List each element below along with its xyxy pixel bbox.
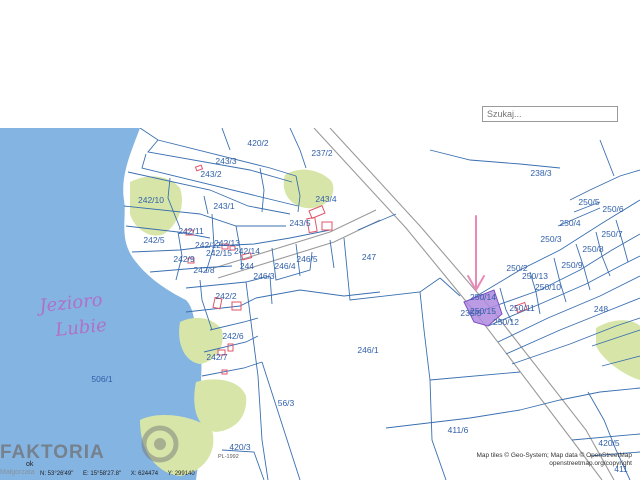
parcel-label: 248 xyxy=(594,304,608,314)
ok-label: ok xyxy=(26,461,34,468)
coord-e: E: 15°58'27.8" xyxy=(83,471,122,477)
parcel-label: 250/13 xyxy=(522,271,548,281)
parcel-label: 242/14 xyxy=(234,246,260,256)
parcel-label: 242/6 xyxy=(222,331,244,341)
coord-x: X: 624474 xyxy=(130,471,159,477)
parcel-label: 242/5 xyxy=(143,235,165,245)
parcel-label: 250/7 xyxy=(601,229,623,239)
parcel-label: 250/3 xyxy=(540,234,562,244)
parcel-label: 250/8 xyxy=(582,244,604,254)
parcel-label: 243/3 xyxy=(215,156,237,166)
attribution-line1: Map tiles © Geo-System; Map data © OpenS… xyxy=(476,452,632,459)
parcel-label: 243/5 xyxy=(289,218,311,228)
watermark-subtitle: Małgorzata xyxy=(0,469,35,476)
parcel-label: 243/2 xyxy=(200,169,222,179)
parcel-label: 242/8 xyxy=(193,265,215,275)
parcel-label: 250/5 xyxy=(578,197,600,207)
parcel-label: 242/9 xyxy=(173,254,195,264)
coord-n: N: 53°26'49" xyxy=(40,471,74,477)
parcel-label: 238/3 xyxy=(530,168,552,178)
parcel-label: 244 xyxy=(240,261,254,271)
cadastral-map[interactable]: 420/2 237/2 243/3 243/2 238/3 242/10 243/4 243/… xyxy=(0,0,640,480)
parcel-label: 237/2 xyxy=(311,148,333,158)
parcel-label: 250/12 xyxy=(493,317,519,327)
parcel-label: 246/4 xyxy=(274,261,296,271)
parcel-label: 246/1 xyxy=(357,345,379,355)
parcel-label: 250/4 xyxy=(559,218,581,228)
parcel-label: 250/14 xyxy=(470,292,496,302)
attribution-line2: openstreetmap.org/copyright xyxy=(549,460,632,467)
coordinate-readout: N: 53°26'49" E: 15°58'27.8" X: 624474 Y:… xyxy=(40,471,203,477)
parcel-label: 246/3 xyxy=(253,271,275,281)
parcel-label: 243/1 xyxy=(213,201,235,211)
parcel-label: 250/10 xyxy=(535,282,561,292)
parcel-label: 250/9 xyxy=(561,260,583,270)
parcel-label: 242/2 xyxy=(215,291,237,301)
parcel-label: 246/5 xyxy=(296,254,318,264)
parcel-label: 250/11 xyxy=(509,303,535,313)
parcel-label: 235/5 xyxy=(460,308,482,318)
parcel-label: 243/4 xyxy=(315,194,337,204)
parcel-label: 56/3 xyxy=(278,398,295,408)
parcel-label: 242/11 xyxy=(178,226,204,236)
parcel-label: 420/2 xyxy=(247,138,269,148)
projection-label: PL-1992 xyxy=(218,454,239,460)
parcel-label: 242/10 xyxy=(138,195,164,205)
coord-y: Y: 299140 xyxy=(167,471,195,477)
watermark-brand: FAKTORIA xyxy=(0,442,105,463)
parcel-label: 250/6 xyxy=(602,204,624,214)
parcel-label: 242/7 xyxy=(206,352,228,362)
parcel-label: 242/15 xyxy=(206,248,232,258)
parcel-label: 420/5 xyxy=(598,438,620,448)
parcel-label: 247 xyxy=(362,252,376,262)
parcel-label: 506/1 xyxy=(91,374,113,384)
parcel-label: 420/3 xyxy=(229,442,251,452)
parcel-label: 411/6 xyxy=(448,425,469,435)
map-attribution: Map tiles © Geo-System; Map data © OpenS… xyxy=(476,452,632,468)
